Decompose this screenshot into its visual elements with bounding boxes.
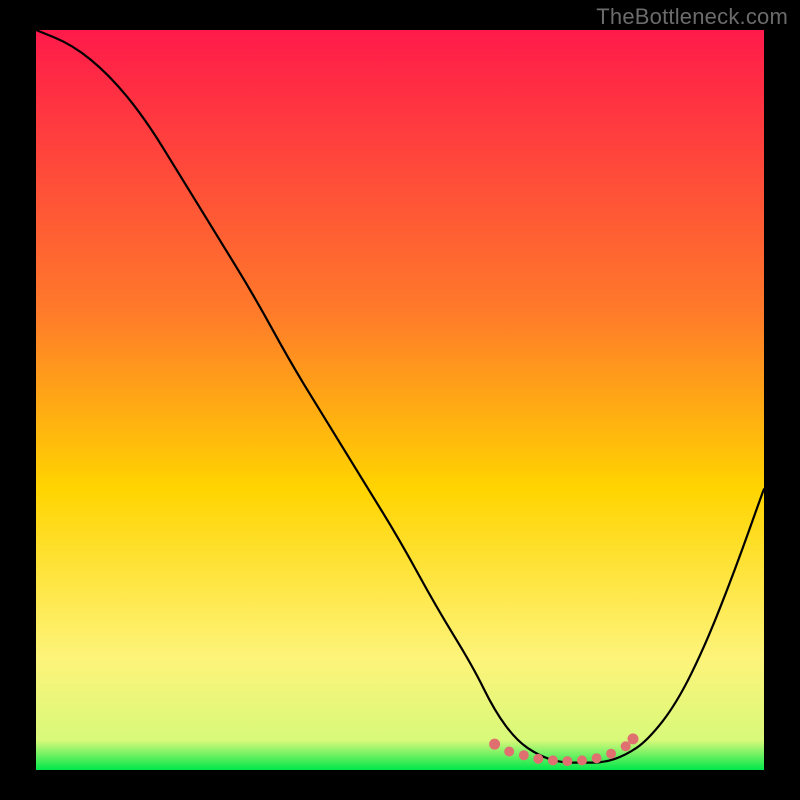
marker-point [489, 739, 500, 750]
marker-point [519, 750, 529, 760]
marker-point [628, 733, 639, 744]
marker-point [548, 755, 558, 765]
marker-point [577, 755, 587, 765]
chart-svg [36, 30, 764, 770]
watermark-text: TheBottleneck.com [596, 4, 788, 30]
marker-point [562, 756, 572, 766]
plot-area [36, 30, 764, 770]
gradient-background [36, 30, 764, 770]
marker-point [606, 749, 616, 759]
marker-point [592, 753, 602, 763]
chart-container: TheBottleneck.com [0, 0, 800, 800]
plot-frame [36, 30, 764, 770]
marker-point [533, 754, 543, 764]
marker-point [504, 747, 514, 757]
